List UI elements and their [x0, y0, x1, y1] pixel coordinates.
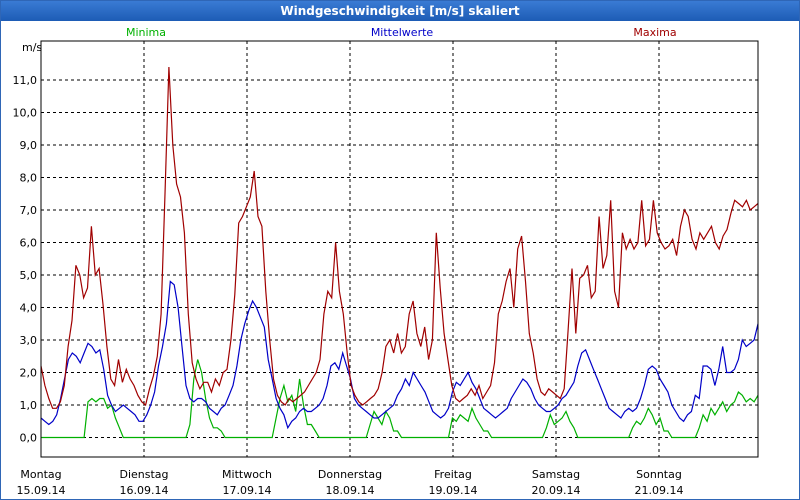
series-line-mittelwerte	[40, 280, 759, 430]
y-tick-label: 6,0	[20, 237, 38, 250]
day-name-label: Freitag	[434, 468, 472, 481]
y-tick-label: 7,0	[20, 204, 38, 217]
y-tick-label: 2,0	[20, 367, 38, 380]
y-axis: 0,0 1,0 2,0 3,0 4,0 5,0 6,0 7,0 8,0 9,0 10,0 11,0	[13, 74, 38, 445]
day-date-label: 21.09.14	[635, 484, 684, 497]
day-date-label: 15.09.14	[17, 484, 66, 497]
day-name-label: Dienstag	[119, 468, 168, 481]
y-tick-label: 8,0	[20, 172, 38, 185]
day-date-label: 17.09.14	[223, 484, 272, 497]
day-name-label: Mittwoch	[222, 468, 272, 481]
wind-chart: m/s Minima Mittelwerte Maxima 0,0 1,0 2,0 3…	[13, 26, 759, 497]
y-axis-unit: m/s	[22, 41, 42, 54]
series-line-minima	[41, 359, 759, 439]
y-tick-label: 3,0	[20, 334, 38, 347]
legend-maxima: Maxima	[633, 26, 676, 39]
day-date-label: 16.09.14	[120, 484, 169, 497]
y-tick-label: 1,0	[20, 399, 38, 412]
day-name-label: Samstag	[532, 468, 580, 481]
y-tick-label: 0,0	[20, 432, 38, 445]
day-name-label: Sonntag	[636, 468, 682, 481]
y-tick-label: 9,0	[20, 139, 38, 152]
day-date-label: 18.09.14	[326, 484, 375, 497]
series-line-maxima	[40, 66, 759, 409]
legend-minima: Minima	[126, 26, 166, 39]
y-tick-label: 10,0	[13, 107, 38, 120]
day-name-label: Montag	[20, 468, 61, 481]
day-date-label: 20.09.14	[532, 484, 581, 497]
y-tick-label: 4,0	[20, 302, 38, 315]
day-date-label: 19.09.14	[429, 484, 478, 497]
x-axis: Montag 15.09.14 Dienstag 16.09.14 Mittwoch 17…	[17, 468, 684, 497]
series-lines	[40, 66, 759, 439]
legend-mittelwerte: Mittelwerte	[371, 26, 434, 39]
y-tick-label: 5,0	[20, 269, 38, 282]
y-tick-label: 11,0	[13, 74, 38, 87]
day-name-label: Donnerstag	[318, 468, 382, 481]
